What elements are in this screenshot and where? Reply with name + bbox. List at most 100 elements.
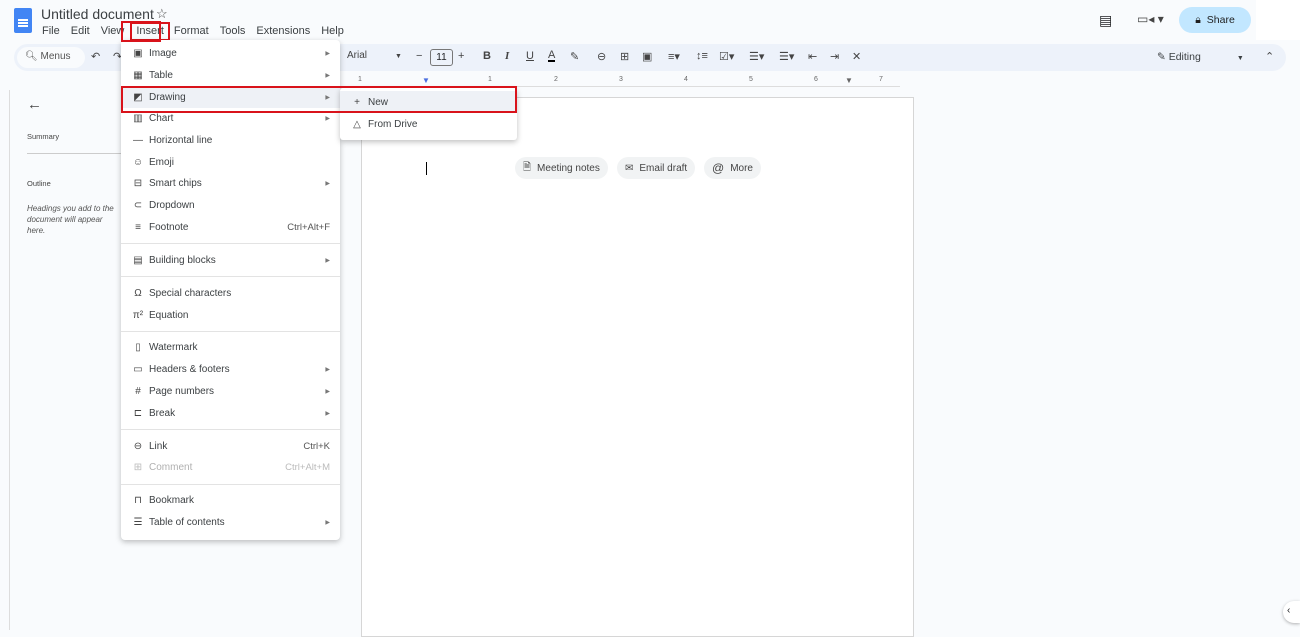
menu-item-building-blocks[interactable]: ▤ Building blocks ▶ xyxy=(121,249,340,271)
menu-extensions[interactable]: Extensions xyxy=(256,25,315,41)
divider xyxy=(121,243,340,245)
menu-item-dropdown[interactable]: ⊂ Dropdown xyxy=(121,195,340,217)
collapse-toolbar-icon[interactable]: ⌃ xyxy=(1265,50,1274,63)
menu-item-watermark[interactable]: ▯ Watermark xyxy=(121,337,340,359)
chip-meeting-notes[interactable]: 🗎 Meeting notes xyxy=(515,157,608,179)
ruler-label: 2 xyxy=(554,76,558,83)
toc-icon: ☰ xyxy=(133,516,143,528)
menu-item-headers-footers[interactable]: ▭ Headers & footers ▶ xyxy=(121,359,340,381)
ruler-label: 5 xyxy=(749,76,753,83)
back-arrow-icon[interactable]: ← xyxy=(27,96,42,113)
menu-format[interactable]: Format xyxy=(174,25,214,41)
clear-formatting-icon[interactable]: ✕ xyxy=(852,50,861,63)
insert-menu: ▣ Image ▶ ▦ Table ▶ ◩ Drawing ▶ ▥ Chart ▶ — Horizonta… xyxy=(121,40,340,540)
menu-item-label: Link xyxy=(149,440,168,452)
chip-label: More xyxy=(730,162,753,174)
menu-item-equation[interactable]: π² Equation xyxy=(121,304,340,326)
ruler-label: 1 xyxy=(488,76,492,83)
align-icon[interactable]: ≡▾ xyxy=(668,50,680,63)
menu-file[interactable]: File xyxy=(42,25,65,41)
meet-icon[interactable]: ▭◂ ▾ xyxy=(1137,12,1164,26)
comment-icon: ⊞ xyxy=(133,462,143,474)
italic-icon[interactable]: I xyxy=(505,50,509,62)
bulleted-list-icon[interactable]: ☰▾ xyxy=(749,50,764,63)
menu-view[interactable]: View xyxy=(101,25,130,41)
menu-help[interactable]: Help xyxy=(321,25,349,41)
font-size-input[interactable]: 11 xyxy=(430,49,453,66)
link-icon[interactable]: ⊖ xyxy=(597,50,606,63)
menu-item-chart[interactable]: ▥ Chart ▶ xyxy=(121,108,340,130)
share-button[interactable]: 🔒︎ Share xyxy=(1179,7,1251,33)
editing-mode-select[interactable]: ✎ Editing ▼ xyxy=(1157,51,1244,63)
docs-logo-icon[interactable] xyxy=(14,8,32,33)
search-menus[interactable]: 🔍︎ Menus xyxy=(17,47,85,68)
submenu-arrow-icon: ▶ xyxy=(325,73,330,80)
menu-insert[interactable]: Insert xyxy=(130,22,170,41)
menu-item-horizontal-line[interactable]: — Horizontal line xyxy=(121,130,340,152)
menu-item-special-characters[interactable]: Ω Special characters xyxy=(121,282,340,304)
indent-marker-icon[interactable]: ▼ xyxy=(422,76,430,85)
submenu-arrow-icon: ▶ xyxy=(325,367,330,374)
chip-email-draft[interactable]: ✉ Email draft xyxy=(617,157,696,179)
chip-label: Meeting notes xyxy=(537,162,600,174)
menu-item-label: Headers & footers xyxy=(149,364,230,376)
right-indent-marker-icon[interactable]: ▼ xyxy=(845,76,853,85)
editing-label: Editing xyxy=(1168,51,1201,63)
menu-item-label: From Drive xyxy=(368,118,418,130)
building-blocks-icon: ▤ xyxy=(133,254,143,266)
menu-item-page-numbers[interactable]: # Page numbers ▶ xyxy=(121,381,340,403)
menu-item-label: Image xyxy=(149,48,177,60)
menu-item-bookmark[interactable]: ⊓ Bookmark xyxy=(121,490,340,512)
submenu-arrow-icon: ▶ xyxy=(325,388,330,395)
menu-item-footnote[interactable]: ≡ Footnote Ctrl+Alt+F xyxy=(121,217,340,239)
text-color-icon[interactable]: A xyxy=(548,50,556,62)
menu-item-table[interactable]: ▦ Table ▶ xyxy=(121,65,340,87)
font-select[interactable]: Arial ▼ xyxy=(347,50,402,61)
menu-bar: File Edit View Insert Format Tools Exten… xyxy=(42,22,355,41)
document-title[interactable]: Untitled document xyxy=(41,6,154,22)
expand-panel-button[interactable]: ‹ xyxy=(1283,601,1300,623)
menu-item-label: Drawing xyxy=(149,91,186,103)
search-icon: 🔍︎ xyxy=(25,51,41,62)
menu-item-table-of-contents[interactable]: ☰ Table of contents ▶ xyxy=(121,512,340,534)
menu-separator xyxy=(121,271,340,282)
highlight-icon[interactable]: ✎ xyxy=(570,50,579,63)
divider xyxy=(121,276,340,278)
menu-item-from-drive[interactable]: △ From Drive xyxy=(340,113,517,135)
bold-icon[interactable]: B xyxy=(483,50,491,62)
submenu-arrow-icon: ▶ xyxy=(325,116,330,123)
increase-font-icon[interactable]: + xyxy=(458,50,464,62)
checklist-icon[interactable]: ☑▾ xyxy=(719,50,734,63)
chip-label: Email draft xyxy=(639,162,688,174)
menu-item-label: Footnote xyxy=(149,221,189,233)
star-icon[interactable]: ☆ xyxy=(156,6,168,22)
menu-item-new[interactable]: + New xyxy=(340,91,517,113)
line-spacing-icon[interactable]: ↕≡ xyxy=(696,50,708,62)
submenu-arrow-icon: ▶ xyxy=(325,257,330,264)
undo-icon[interactable]: ↶ xyxy=(91,50,100,63)
table-icon: ▦ xyxy=(133,70,143,82)
bookmark-icon: ⊓ xyxy=(134,495,142,507)
comments-icon[interactable]: ▤ xyxy=(1099,12,1112,29)
pencil-icon: ✎ xyxy=(1157,51,1169,63)
menu-item-drawing[interactable]: ◩ Drawing ▶ xyxy=(121,86,340,109)
underline-icon[interactable]: U xyxy=(526,50,534,62)
numbered-list-icon[interactable]: ☰▾ xyxy=(779,50,794,63)
menu-tools[interactable]: Tools xyxy=(220,25,251,41)
menu-item-emoji[interactable]: ☺ Emoji xyxy=(121,151,340,173)
footnote-icon: ≡ xyxy=(135,221,141,233)
menu-item-smart-chips[interactable]: ⊟ Smart chips ▶ xyxy=(121,173,340,195)
decrease-indent-icon[interactable]: ⇤ xyxy=(808,50,817,63)
menu-item-image[interactable]: ▣ Image ▶ xyxy=(121,43,340,65)
menu-item-link[interactable]: ⊖ Link Ctrl+K xyxy=(121,435,340,457)
image-icon[interactable]: ▣ xyxy=(642,50,652,63)
horizontal-ruler[interactable]: 1 ▼ 1 2 3 4 5 6 ▼ 7 xyxy=(340,76,900,87)
chip-more[interactable]: @ More xyxy=(704,157,761,179)
menu-edit[interactable]: Edit xyxy=(71,25,95,41)
decrease-font-icon[interactable]: − xyxy=(416,50,422,62)
divider xyxy=(27,153,122,154)
increase-indent-icon[interactable]: ⇥ xyxy=(830,50,839,63)
comment-icon[interactable]: ⊞ xyxy=(620,50,629,63)
dropdown-icon: ⊂ xyxy=(133,200,143,212)
menu-item-break[interactable]: ⊏ Break ▶ xyxy=(121,402,340,424)
